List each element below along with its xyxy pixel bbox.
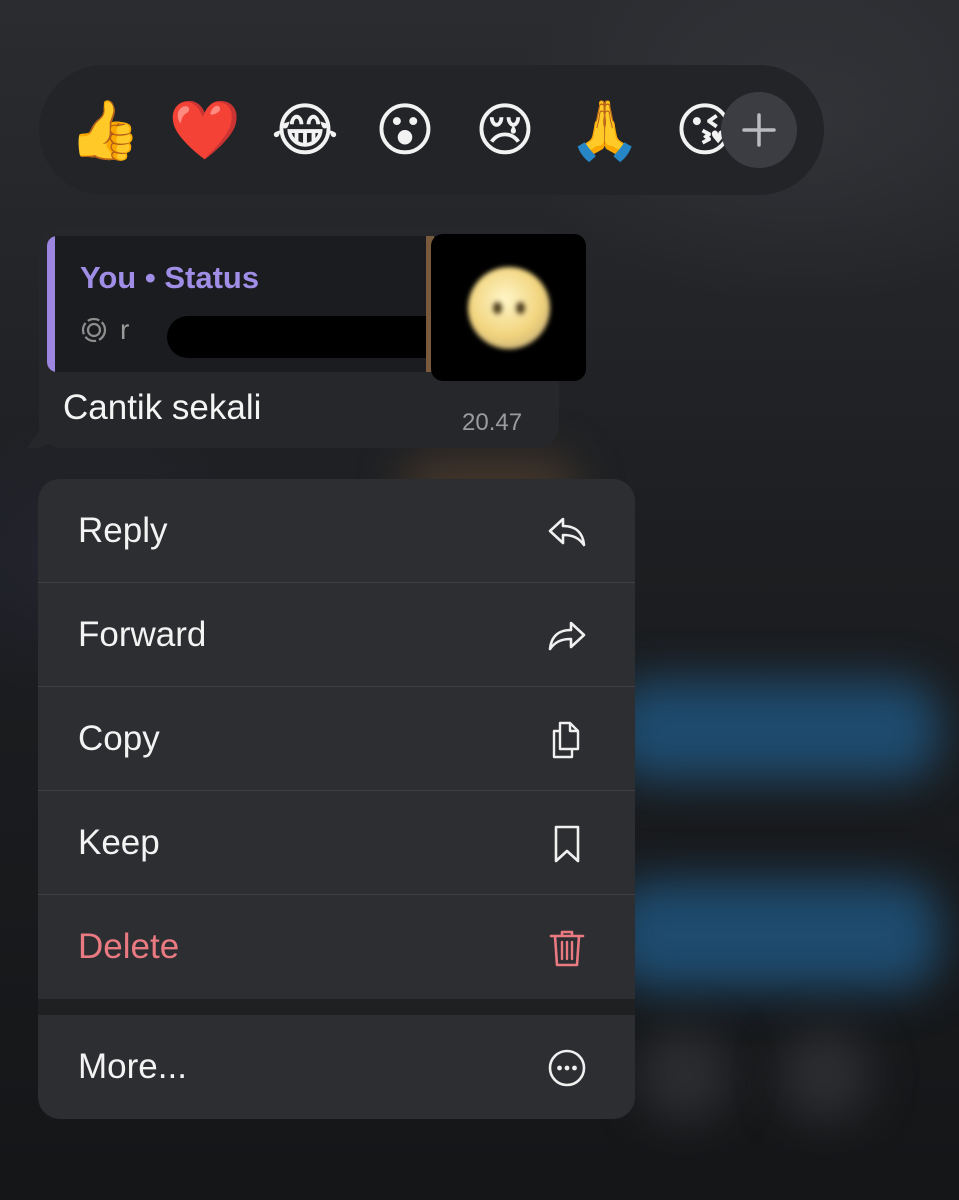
reaction-heart[interactable]: ❤️ <box>165 65 245 195</box>
blurred-face-image <box>467 266 550 349</box>
reaction-thumbs-up[interactable]: 👍 <box>65 65 145 195</box>
quoted-status[interactable]: You • Status r <box>47 236 428 372</box>
menu-item-keep[interactable]: Keep <box>38 791 635 895</box>
menu-item-delete[interactable]: Delete <box>38 895 635 999</box>
reaction-pray[interactable]: 🙏 <box>565 65 645 195</box>
message-timestamp: 20.47 <box>462 409 523 436</box>
trash-icon <box>546 927 588 969</box>
menu-item-more[interactable]: More... <box>38 1015 635 1119</box>
plus-icon <box>742 113 776 147</box>
context-menu: Reply Forward Copy Keep Delete More... <box>38 479 635 1119</box>
menu-item-label: More... <box>78 1047 187 1086</box>
menu-item-reply[interactable]: Reply <box>38 479 635 583</box>
quote-snippet: r <box>80 312 129 348</box>
copy-icon <box>546 719 588 761</box>
reply-icon <box>546 511 588 553</box>
bookmark-icon <box>546 823 588 865</box>
menu-item-forward[interactable]: Forward <box>38 583 635 687</box>
menu-item-label: Reply <box>78 511 168 550</box>
blurred-button <box>640 1030 730 1120</box>
blurred-button <box>780 1030 870 1120</box>
menu-section-separator <box>38 999 635 1015</box>
menu-item-copy[interactable]: Copy <box>38 687 635 791</box>
blurred-outgoing-message <box>610 680 940 780</box>
status-thumbnail <box>431 234 586 381</box>
blurred-outgoing-message <box>610 880 940 990</box>
quote-author: You • Status <box>80 260 260 295</box>
forward-icon <box>546 615 588 657</box>
menu-item-label: Delete <box>78 927 180 966</box>
menu-item-label: Forward <box>78 615 207 654</box>
quote-accent-bar <box>47 236 55 372</box>
menu-item-label: Copy <box>78 719 160 758</box>
reaction-laughing[interactable]: 😂 <box>265 65 345 195</box>
redaction-bar <box>167 316 428 358</box>
status-icon <box>81 317 107 343</box>
reaction-surprised[interactable]: 😮 <box>365 65 445 195</box>
add-reaction-button[interactable] <box>721 92 797 168</box>
quote-snippet-text: r <box>120 314 130 345</box>
message-text: Cantik sekali <box>63 388 262 427</box>
reaction-bar: 👍 ❤️ 😂 😮 😢 🙏 😘 <box>39 65 824 195</box>
reaction-crying[interactable]: 😢 <box>465 65 545 195</box>
more-icon <box>546 1047 588 1089</box>
menu-item-label: Keep <box>78 823 160 862</box>
